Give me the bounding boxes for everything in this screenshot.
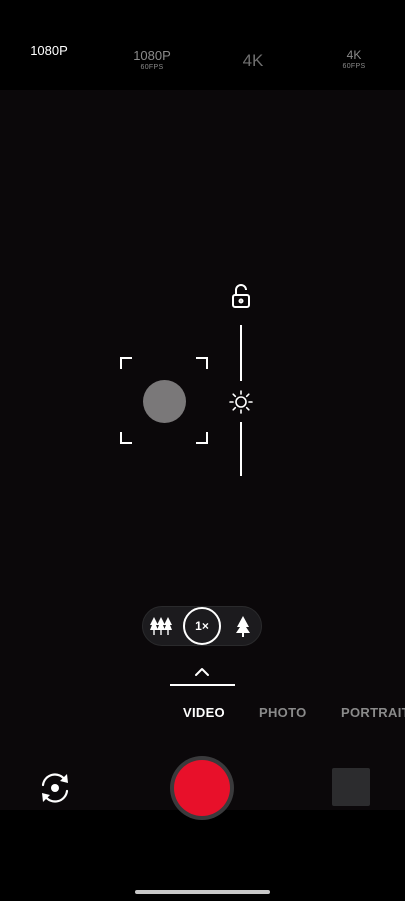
home-indicator[interactable] bbox=[135, 890, 270, 894]
gallery-thumbnail[interactable] bbox=[332, 768, 370, 806]
mode-photo[interactable]: PHOTO bbox=[259, 705, 307, 721]
exposure-slider-track-bottom[interactable] bbox=[240, 422, 242, 476]
rotate-camera-icon[interactable] bbox=[37, 770, 73, 806]
sun-icon[interactable] bbox=[229, 390, 253, 414]
exposure-slider-track-top[interactable] bbox=[240, 325, 242, 381]
resolution-1080p[interactable]: 1080P bbox=[9, 44, 89, 57]
mode-portrait[interactable]: PORTRAIT bbox=[341, 705, 405, 721]
resolution-fps: 60FPS bbox=[342, 63, 366, 70]
record-button[interactable] bbox=[174, 760, 230, 816]
trees-icon[interactable] bbox=[150, 616, 172, 636]
unlock-icon[interactable] bbox=[231, 284, 251, 308]
zoom-1x-button[interactable]: 1× bbox=[183, 607, 221, 645]
mode-indicator bbox=[170, 684, 235, 686]
resolution-fps: 60FPS bbox=[140, 64, 164, 71]
tree-icon[interactable] bbox=[235, 615, 251, 637]
focus-point[interactable] bbox=[143, 380, 186, 423]
chevron-up-icon[interactable] bbox=[193, 666, 211, 678]
resolution-label: 1080P bbox=[133, 48, 171, 63]
resolution-4k[interactable]: 4K bbox=[213, 46, 293, 69]
mode-video[interactable]: VIDEO bbox=[183, 705, 225, 721]
bottom-bar bbox=[0, 810, 405, 901]
resolution-label: 1080P bbox=[30, 43, 68, 58]
resolution-label: 4K bbox=[242, 51, 264, 70]
resolution-label: 4K bbox=[346, 48, 362, 62]
resolution-4k-60fps[interactable]: 4K 60FPS bbox=[314, 49, 394, 70]
resolution-1080p-60fps[interactable]: 1080P 60FPS bbox=[112, 49, 192, 71]
viewfinder[interactable] bbox=[0, 90, 405, 810]
resolution-bar: 1080P 1080P 60FPS 4K 4K 60FPS bbox=[0, 0, 405, 90]
